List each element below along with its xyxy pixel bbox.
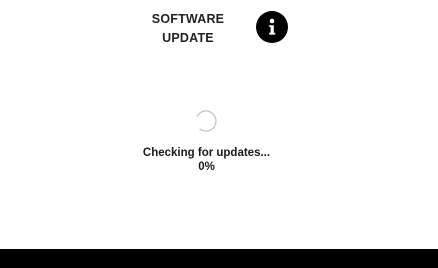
progress-percent: 0%	[198, 161, 215, 173]
status-message: Checking for updates...	[142, 147, 271, 159]
info-icon	[269, 18, 276, 35]
info-button[interactable]	[256, 11, 288, 43]
loading-spinner-icon	[195, 110, 217, 132]
bottom-bar	[0, 249, 438, 268]
page-title: SOFTWARE UPDATE	[140, 10, 236, 48]
page-title-line-1: SOFTWARE	[151, 12, 225, 26]
page-title-line-2: UPDATE	[162, 31, 214, 45]
